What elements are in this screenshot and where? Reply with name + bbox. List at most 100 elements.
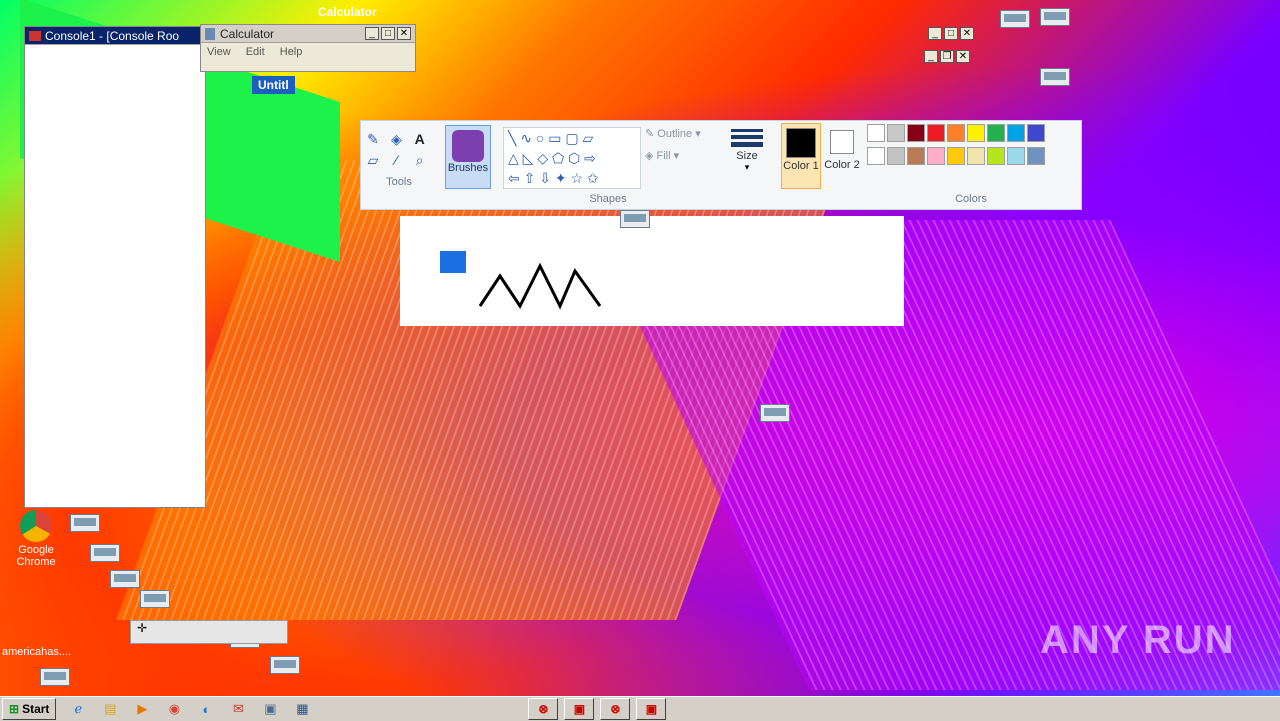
magnifier-icon[interactable]: ⌕ [410,150,430,170]
chrome-icon[interactable]: ◉ [164,700,184,718]
chrome-icon [20,510,52,542]
fill-icon[interactable]: ◈ [386,130,406,150]
move-icon: ✛ [137,621,148,635]
paint-title-tab: Untitl [252,76,295,94]
palette-swatch[interactable] [987,147,1005,165]
paint-ribbon: ✎ ◈ A ▱ ⁄ ⌕ Tools Brushes ╲ ∿ ○ ▭ ▢ ▱ △ … [360,120,1082,210]
palette-swatch[interactable] [967,124,985,142]
chevron-down-icon: ▾ [744,162,750,172]
desktop-icon-label: Google [18,544,54,556]
mail-icon[interactable]: ✉ [228,700,248,718]
pencil-icon[interactable]: ✎ [363,130,383,150]
shapes-row-1: ╲ ∿ ○ ▭ ▢ ▱ [508,130,594,146]
window-controls-cluster: _ ❐ ✕ [922,50,970,63]
tools-label: Tools [386,176,412,188]
taskbar: ⊞ Start ℯ ▤ ▶ ◉ ◐ ✉ ▣ ▦ ⊗ ▣ ⊗ ▣ [0,696,1280,721]
move-handle[interactable]: ✛ [130,620,288,644]
size-button[interactable]: Size ▾ [729,127,765,173]
outline-label: Outline [657,128,693,140]
minimize-button[interactable]: _ [365,27,379,40]
close-button[interactable]: ✕ [960,27,974,40]
minimize-button[interactable]: _ [924,50,938,63]
calculator-app-icon [205,27,215,40]
restore-button[interactable]: ❐ [940,50,954,63]
colors-label: Colors [955,193,987,205]
taskbar-item-close-icon[interactable]: ⊗ [600,698,631,720]
color1-label: Color 1 [783,160,819,172]
palette-swatch[interactable] [1007,124,1025,142]
canvas-scribble [440,251,602,310]
palette-swatch[interactable] [987,124,1005,142]
palette-swatch[interactable] [927,147,945,165]
fill-icon: ◈ [645,150,657,162]
folder-icon[interactable]: ▤ [100,700,120,718]
shapes-gallery[interactable]: ╲ ∿ ○ ▭ ▢ ▱ △ ◺ ◇ ⬠ ⬡ ⇨ ⇦ ⇧ ⇩ ✦ ☆ ✩ [503,127,641,189]
edge-icon[interactable]: ◐ [196,700,216,718]
start-label: Start [22,702,50,716]
text-icon[interactable]: A [410,129,430,149]
fill-label: Fill [656,150,671,162]
brush-icon [452,130,484,162]
color-picker-icon[interactable]: ⁄ [386,150,406,170]
color2-swatch [830,130,854,154]
palette-swatch[interactable] [887,147,905,165]
watermark: ANY RUN [1040,618,1236,662]
outline-dropdown[interactable]: ✎ Outline ▾ [645,127,701,140]
size-label: Size [736,150,758,162]
media-player-icon[interactable]: ▶ [132,700,152,718]
window-controls-cluster: _ □ ✕ [926,27,974,40]
close-button[interactable]: ✕ [956,50,970,63]
ie-icon[interactable]: ℯ [68,700,88,718]
palette-swatch[interactable] [1007,147,1025,165]
taskbar-item-console[interactable]: ▣ [636,698,667,720]
palette-swatch[interactable] [967,147,985,165]
eraser-icon[interactable]: ▱ [363,150,383,170]
palette-swatch[interactable] [907,124,925,142]
start-button[interactable]: ⊞ Start [2,698,57,720]
palette-swatch[interactable] [947,147,965,165]
save-icon[interactable]: ▦ [292,700,312,718]
palette-swatch[interactable] [1027,147,1045,165]
brushes-button[interactable]: Brushes [445,125,491,189]
shapes-label: Shapes [589,193,627,205]
calculator-menubar: View Edit Help [201,43,415,61]
outline-icon: ✎ [645,128,658,140]
color2-button[interactable]: Color 2 [823,123,861,187]
close-button[interactable]: ✕ [397,27,411,40]
palette-swatch[interactable] [887,124,905,142]
window-icon[interactable]: ▣ [260,700,280,718]
taskbar-item-close-icon[interactable]: ⊗ [528,698,559,720]
menu-view[interactable]: View [207,46,231,58]
color2-label: Color 2 [824,159,860,171]
palette-swatch[interactable] [907,147,925,165]
menu-help[interactable]: Help [280,46,303,58]
calculator-titlebar[interactable]: Calculator _ □ ✕ [201,25,415,43]
brushes-label: Brushes [447,162,489,174]
color-palette [866,123,1076,169]
color1-button[interactable]: Color 1 [781,123,821,189]
desktop-icon-label: Chrome [16,556,56,568]
minimize-button[interactable]: _ [928,27,942,40]
console-title: Console1 - [Console Roo [45,28,180,43]
maximize-button[interactable]: □ [944,27,958,40]
palette-swatch[interactable] [1027,124,1045,142]
palette-row [866,146,1076,169]
shapes-row-2: △ ◺ ◇ ⬠ ⬡ ⇨ [508,150,596,166]
taskbar-item-console[interactable]: ▣ [564,698,595,720]
palette-swatch[interactable] [947,124,965,142]
menu-edit[interactable]: Edit [246,46,265,58]
tools-group: ✎ ◈ A ▱ ⁄ ⌕ Tools [363,129,435,201]
palette-swatch[interactable] [867,147,885,165]
paint-canvas[interactable] [400,216,904,326]
palette-swatch[interactable] [927,124,945,142]
shapes-row-3: ⇦ ⇧ ⇩ ✦ ☆ ✩ [508,170,599,186]
fill-dropdown[interactable]: ◈ Fill ▾ [645,149,679,162]
palette-swatch[interactable] [867,124,885,142]
calculator-window: Calculator _ □ ✕ View Edit Help [200,24,416,72]
console-window: Console1 - [Console Roo [24,26,206,508]
maximize-button[interactable]: □ [381,27,395,40]
desktop-text: americahas.... [2,646,72,658]
console-titlebar[interactable]: Console1 - [Console Roo [25,27,205,45]
color1-swatch [786,128,816,158]
desktop-icon-chrome[interactable]: Google Chrome [8,510,64,568]
